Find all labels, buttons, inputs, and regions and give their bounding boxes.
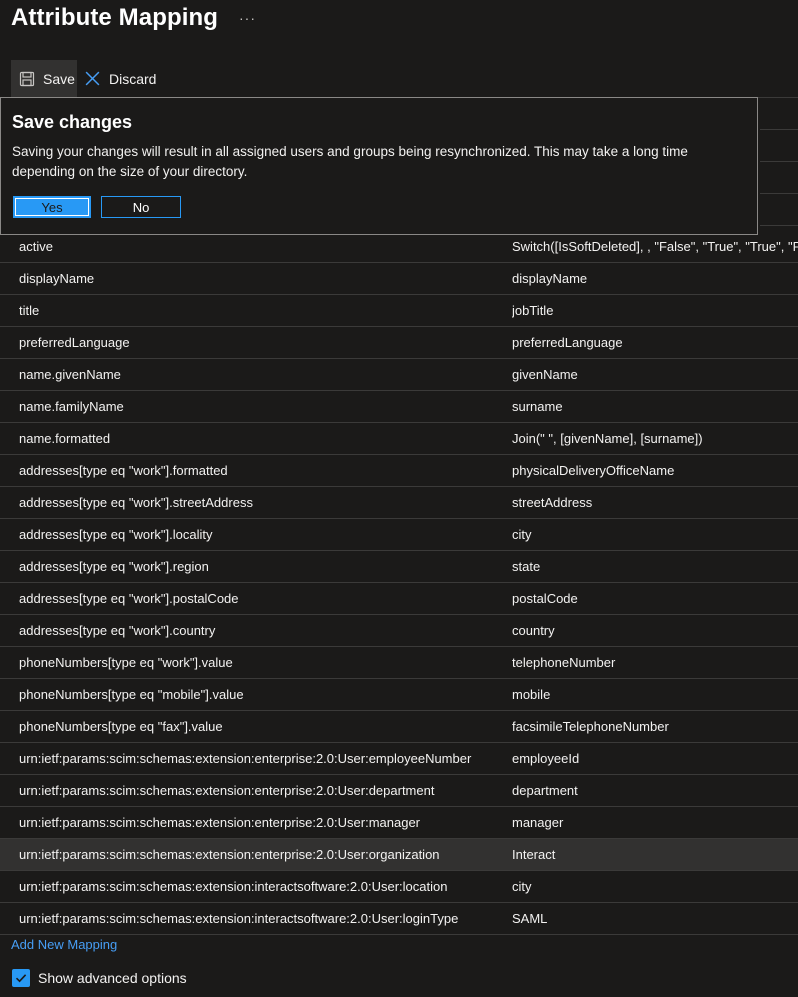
source-attribute: country	[512, 623, 555, 638]
command-bar: Save Discard	[0, 58, 798, 98]
table-row[interactable]: urn:ietf:params:scim:schemas:extension:i…	[0, 903, 798, 935]
page-title: Attribute Mapping	[11, 4, 219, 31]
advanced-options-label: Show advanced options	[38, 970, 187, 986]
more-options-icon[interactable]: ···	[239, 10, 256, 26]
hidden-rows-behind-dialog	[760, 98, 798, 226]
table-row-hovered[interactable]: urn:ietf:params:scim:schemas:extension:e…	[0, 839, 798, 871]
table-row-divider	[760, 162, 798, 194]
source-attribute: physicalDeliveryOfficeName	[512, 463, 675, 478]
target-attribute: urn:ietf:params:scim:schemas:extension:e…	[19, 783, 435, 798]
table-row[interactable]: phoneNumbers[type eq "fax"].value facsimi…	[0, 711, 798, 743]
table-row[interactable]: title jobTitle	[0, 295, 798, 327]
table-row[interactable]: addresses[type eq "work"].country country	[0, 615, 798, 647]
source-attribute: Join(" ", [givenName], [surname])	[512, 431, 703, 446]
discard-button[interactable]: Discard	[84, 60, 156, 97]
source-attribute: city	[512, 879, 532, 894]
yes-button[interactable]: Yes	[13, 196, 91, 218]
source-attribute: jobTitle	[512, 303, 554, 318]
target-attribute: phoneNumbers[type eq "fax"].value	[19, 719, 223, 734]
save-button[interactable]: Save	[11, 60, 77, 97]
table-row[interactable]: phoneNumbers[type eq "work"].value teleph…	[0, 647, 798, 679]
target-attribute: urn:ietf:params:scim:schemas:extension:e…	[19, 815, 421, 830]
table-row[interactable]: addresses[type eq "work"].postalCode post…	[0, 583, 798, 615]
save-changes-dialog: Save changes Saving your changes will re…	[0, 97, 758, 235]
table-row[interactable]: urn:ietf:params:scim:schemas:extension:e…	[0, 775, 798, 807]
source-attribute: surname	[512, 399, 563, 414]
source-attribute: facsimileTelephoneNumber	[512, 719, 669, 734]
table-row-divider	[760, 194, 798, 226]
table-row[interactable]: preferredLanguage preferredLanguage	[0, 327, 798, 359]
table-row[interactable]: name.givenName givenName	[0, 359, 798, 391]
dialog-title: Save changes	[12, 112, 133, 132]
save-icon	[19, 71, 35, 87]
target-attribute: phoneNumbers[type eq "mobile"].value	[19, 687, 244, 702]
table-row[interactable]: name.formatted Join(" ", [givenName], [su…	[0, 423, 798, 455]
source-attribute: Switch([IsSoftDeleted], , "False", "True…	[512, 239, 798, 254]
target-attribute: name.formatted	[19, 431, 111, 446]
source-attribute: preferredLanguage	[512, 335, 623, 350]
target-attribute: name.familyName	[19, 399, 124, 414]
target-attribute: addresses[type eq "work"].locality	[19, 527, 213, 542]
target-attribute: addresses[type eq "work"].country	[19, 623, 216, 638]
table-row[interactable]: phoneNumbers[type eq "mobile"].value mobi…	[0, 679, 798, 711]
source-attribute: Interact	[512, 847, 556, 862]
table-row[interactable]: addresses[type eq "work"].locality city	[0, 519, 798, 551]
source-attribute: employeeId	[512, 751, 580, 766]
table-row[interactable]: addresses[type eq "work"].region state	[0, 551, 798, 583]
source-attribute: givenName	[512, 367, 578, 382]
source-attribute: city	[512, 527, 532, 542]
table-row[interactable]: urn:ietf:params:scim:schemas:extension:e…	[0, 807, 798, 839]
table-row[interactable]: urn:ietf:params:scim:schemas:extension:i…	[0, 871, 798, 903]
target-attribute: addresses[type eq "work"].region	[19, 559, 209, 574]
target-attribute: preferredLanguage	[19, 335, 130, 350]
advanced-options-toggle[interactable]: Show advanced options	[12, 969, 187, 987]
source-attribute: state	[512, 559, 541, 574]
table-row[interactable]: urn:ietf:params:scim:schemas:extension:e…	[0, 743, 798, 775]
source-attribute: telephoneNumber	[512, 655, 616, 670]
page-header: Attribute Mapping ···	[0, 0, 798, 44]
close-icon	[84, 70, 101, 87]
source-attribute: mobile	[512, 687, 551, 702]
source-attribute: displayName	[512, 271, 588, 286]
target-attribute: addresses[type eq "work"].formatted	[19, 463, 228, 478]
table-row[interactable]: active Switch([IsSoftDeleted], , "False",…	[0, 231, 798, 263]
target-attribute: addresses[type eq "work"].postalCode	[19, 591, 239, 606]
source-attribute: department	[512, 783, 578, 798]
source-attribute: manager	[512, 815, 564, 830]
target-attribute: addresses[type eq "work"].streetAddress	[19, 495, 253, 510]
table-row[interactable]: displayName displayName	[0, 263, 798, 295]
target-attribute: displayName	[19, 271, 95, 286]
target-attribute: urn:ietf:params:scim:schemas:extension:e…	[19, 751, 472, 766]
checkmark-icon	[15, 974, 27, 983]
add-new-mapping-link[interactable]: Add New Mapping	[11, 937, 117, 952]
target-attribute: urn:ietf:params:scim:schemas:extension:i…	[19, 879, 448, 894]
table-row[interactable]: addresses[type eq "work"].formatted physi…	[0, 455, 798, 487]
source-attribute: SAML	[512, 911, 548, 926]
target-attribute: phoneNumbers[type eq "work"].value	[19, 655, 233, 670]
no-button[interactable]: No	[101, 196, 181, 218]
target-attribute: title	[19, 303, 40, 318]
dialog-message: Saving your changes will result in all a…	[12, 144, 688, 179]
target-attribute: active	[19, 239, 53, 254]
table-row[interactable]: name.familyName surname	[0, 391, 798, 423]
target-attribute: urn:ietf:params:scim:schemas:extension:i…	[19, 911, 459, 926]
source-attribute: streetAddress	[512, 495, 593, 510]
table-row-divider	[760, 98, 798, 130]
table-row[interactable]: addresses[type eq "work"].streetAddress s…	[0, 487, 798, 519]
target-attribute: urn:ietf:params:scim:schemas:extension:e…	[19, 847, 440, 862]
table-row-divider	[760, 130, 798, 162]
target-attribute: name.givenName	[19, 367, 121, 382]
mapping-table: active Switch([IsSoftDeleted], , "False",…	[0, 231, 798, 935]
discard-label: Discard	[109, 70, 157, 87]
advanced-options-checkbox[interactable]	[12, 969, 30, 987]
source-attribute: postalCode	[512, 591, 578, 606]
save-label: Save	[43, 70, 75, 87]
